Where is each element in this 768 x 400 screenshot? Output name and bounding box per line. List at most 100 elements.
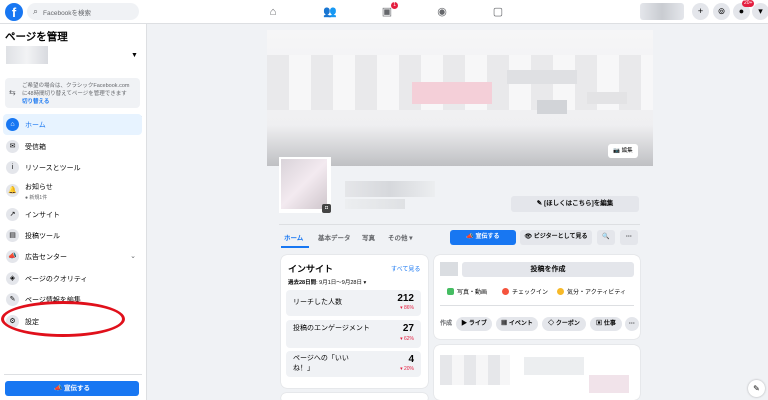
page-avatar-small — [440, 262, 458, 276]
promote-tab-button[interactable]: 📣 宣伝する — [450, 230, 516, 245]
sidebar-item-home[interactable]: ⌂ ホーム — [3, 114, 142, 135]
switch-arrows-icon: ⇆ — [9, 88, 16, 97]
feeling-activity-button[interactable]: 気分・アクティビティ — [557, 287, 626, 296]
cover-edit-button[interactable]: 📷 編集 — [608, 144, 638, 158]
job-chip[interactable]: ▣ 仕事 — [590, 317, 622, 331]
sidebar-title: ページを管理 — [5, 31, 68, 43]
classic-notice: ⇆ ご希望の場合は、クラシックFacebook.com に48時間切り替えてペー… — [5, 78, 140, 108]
watch-icon[interactable]: ▣ 1 — [377, 2, 398, 20]
sidebar-item-publishing[interactable]: ▤ 投稿ツール — [3, 225, 142, 246]
search-placeholder: Facebookを検索 — [43, 10, 92, 17]
account-menu-icon[interactable]: ▾ — [752, 3, 768, 20]
tab-home[interactable]: ホーム — [284, 232, 303, 242]
coupon-chip[interactable]: ◇ クーポン — [542, 317, 586, 331]
home-icon[interactable]: ⌂ — [263, 4, 283, 20]
edit-button[interactable]: ✎ [ほしくはこちら]を編集 — [511, 196, 639, 212]
tab-about[interactable]: 基本データ — [318, 232, 351, 242]
stat-engagement[interactable]: 投稿のエンゲージメント 27 ▾ 62% — [286, 320, 421, 348]
photo-video-button[interactable]: 写真・動画 — [447, 287, 487, 296]
page-name — [345, 181, 435, 197]
classic-switch-link[interactable]: 切り替える — [22, 97, 49, 105]
sidebar-item-sublabel: ● 新規1件 — [25, 195, 48, 201]
page-selector[interactable] — [6, 46, 48, 64]
period-range: : 9月1日〜9月28日 ▾ — [316, 280, 367, 286]
cover-photo — [267, 30, 653, 166]
sidebar-item-bell[interactable]: 🔔 お知らせ ● 新規1件 — [3, 180, 142, 201]
create-icon[interactable]: + — [692, 3, 709, 20]
search-page-button[interactable]: 🔍 — [597, 230, 615, 245]
classic-notice-line1: ご希望の場合は、クラシックFacebook.com — [22, 83, 130, 89]
home-icon: ⌂ — [6, 118, 19, 131]
classic-notice-line2: に48時間切り替えてページを管理できます — [22, 91, 127, 97]
sidebar-item-label: 受信箱 — [25, 144, 46, 151]
photo-icon — [447, 288, 454, 295]
secondary-card — [281, 393, 428, 400]
sidebar-item-label: リソースとツール — [25, 165, 81, 172]
live-chip[interactable]: ▶ ライブ — [456, 317, 492, 331]
create-post-button[interactable]: 投稿を作成 — [462, 262, 634, 277]
sidebar-item-inbox[interactable]: ✉ 受信箱 — [3, 136, 142, 157]
tabs-divider — [279, 224, 640, 225]
sidebar-item-label: 広告センター — [25, 254, 67, 261]
insights-icon: ↗ — [6, 208, 19, 221]
inbox-icon: ✉ — [6, 140, 19, 153]
stat-value: 212 — [397, 293, 414, 304]
stat-change: ▾ 20% — [400, 366, 414, 372]
more-chip[interactable]: ··· — [625, 317, 639, 331]
sidebar-item-label: インサイト — [25, 212, 60, 219]
check-in-button[interactable]: チェックイン — [502, 287, 548, 296]
view-as-visitor-button[interactable]: 👁 ビジターとして見る — [520, 230, 592, 245]
profile-button[interactable] — [640, 3, 684, 20]
highlight-annotation — [1, 301, 125, 337]
profile-picture[interactable] — [281, 159, 327, 209]
bell-icon: 🔔 — [6, 184, 19, 197]
period-label: 過去28日間 — [288, 280, 317, 286]
chevron-down-icon[interactable]: ⌄ — [130, 252, 136, 260]
quick-label: 気分・アクティビティ — [567, 290, 626, 296]
new-message-icon[interactable]: ✎ — [748, 380, 765, 397]
create-label: 作成 — [440, 321, 453, 327]
promote-button[interactable]: 📣 宣伝する — [5, 381, 139, 396]
stat-likes[interactable]: ページへの「いいね！」 4 ▾ 20% — [286, 351, 421, 377]
groups-icon[interactable]: ◉ — [432, 4, 452, 20]
stat-label: ページへの「いいね！」 — [293, 355, 349, 372]
publishing-icon: ▤ — [6, 229, 19, 242]
active-tab-indicator — [281, 246, 309, 248]
megaphone-icon: 📣 — [6, 250, 19, 263]
info-icon: i — [6, 161, 19, 174]
messenger-icon[interactable]: ⊚ — [713, 3, 730, 20]
insights-period[interactable]: 過去28日間: 9月1日〜9月28日 ▾ — [288, 278, 366, 286]
post-card — [434, 345, 640, 400]
stat-value: 4 — [408, 354, 414, 365]
tab-more[interactable]: その他 ▾ — [388, 232, 413, 242]
gaming-icon[interactable]: ▢ — [488, 4, 508, 20]
see-all-link[interactable]: すべて見る — [391, 264, 420, 273]
stat-label: リーチした人数 — [293, 299, 342, 306]
sidebar-item-insights[interactable]: ↗ インサイト — [3, 204, 142, 225]
top-bar: f ⌕ Facebookを検索 ⌂ 👥 ▣ 1 ◉ ▢ + ⊚ ● 20+ ▾ — [0, 0, 768, 24]
facebook-logo[interactable]: f — [5, 3, 23, 21]
divider — [440, 305, 634, 306]
emoji-icon — [557, 288, 564, 295]
pencil-icon: ✎ — [6, 293, 19, 306]
quick-label: 写真・動画 — [457, 290, 488, 296]
quick-label: チェックイン — [512, 290, 549, 296]
sidebar-item-label: 投稿ツール — [25, 233, 60, 240]
tab-photos[interactable]: 写真 — [362, 232, 375, 242]
sidebar-item-megaphone[interactable]: 📣 広告センター ⌄ — [3, 246, 142, 267]
sidebar-item-label: ページのクオリティ — [25, 276, 88, 283]
sidebar-item-info[interactable]: i リソースとツール — [3, 157, 142, 178]
camera-icon[interactable]: ◘ — [322, 204, 331, 213]
stat-change: ▾ 86% — [400, 305, 414, 311]
more-options-button[interactable]: ··· — [620, 230, 638, 245]
chevron-down-icon[interactable]: ▼ — [131, 52, 138, 59]
watch-badge: 1 — [391, 2, 398, 9]
stat-reach[interactable]: リーチした人数 212 ▾ 86% — [286, 290, 421, 316]
search-input[interactable]: ⌕ Facebookを検索 — [27, 3, 139, 20]
friends-icon[interactable]: 👥 — [320, 4, 340, 20]
location-icon — [502, 288, 509, 295]
stat-label: 投稿のエンゲージメント — [293, 325, 370, 332]
search-icon: ⌕ — [33, 6, 39, 16]
event-chip[interactable]: ▦ イベント — [496, 317, 538, 331]
sidebar-item-shield[interactable]: ◈ ページのクオリティ — [3, 268, 142, 289]
